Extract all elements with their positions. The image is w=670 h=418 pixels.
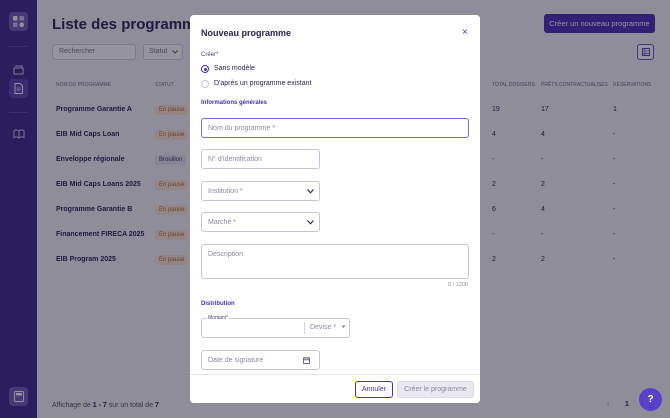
market-select[interactable]: Marché * xyxy=(201,212,320,232)
signature-date-placeholder: Date de signature xyxy=(208,357,264,364)
help-button[interactable]: ? xyxy=(639,388,662,411)
currency-select[interactable]: Devise * xyxy=(304,322,346,334)
modal-title: Nouveau programme xyxy=(201,28,292,38)
market-placeholder: Marché * xyxy=(208,219,237,226)
amount-label: Montant* xyxy=(207,315,230,321)
section-distribution: Distribution xyxy=(201,301,235,307)
radio-from-existing-label: D'après un programme existant xyxy=(214,80,312,87)
cancel-button[interactable]: Annuler xyxy=(355,381,393,398)
modal-footer: Annuler Créer le programme xyxy=(190,374,480,403)
create-program-submit-button[interactable]: Créer le programme xyxy=(397,381,474,398)
chevron-down-icon xyxy=(307,220,314,225)
amount-field[interactable]: Devise * xyxy=(201,318,350,338)
institution-placeholder: Institution * xyxy=(208,188,243,195)
section-general-info: Informations générales xyxy=(201,100,268,106)
currency-placeholder: Devise * xyxy=(310,324,337,331)
description-textarea[interactable]: Description xyxy=(201,244,469,279)
calendar-icon[interactable] xyxy=(303,357,310,364)
close-icon[interactable]: × xyxy=(462,27,468,38)
radio-without-template[interactable] xyxy=(201,65,209,73)
description-counter: 0 / 1200 xyxy=(448,282,468,288)
chevron-down-icon xyxy=(341,325,346,328)
signature-date-field[interactable]: Date de signature xyxy=(201,350,320,370)
radio-from-existing[interactable] xyxy=(201,80,209,88)
radio-without-template-label: Sans modèle xyxy=(214,65,255,72)
new-program-modal: Nouveau programme × Créer* Sans modèle D… xyxy=(190,15,480,403)
program-name-field[interactable]: Nom du programme * xyxy=(201,118,469,138)
create-mode-label: Créer* xyxy=(201,52,219,58)
chevron-down-icon xyxy=(307,189,314,194)
identification-number-field[interactable]: N° d'identification xyxy=(201,149,320,169)
institution-select[interactable]: Institution * xyxy=(201,181,320,201)
